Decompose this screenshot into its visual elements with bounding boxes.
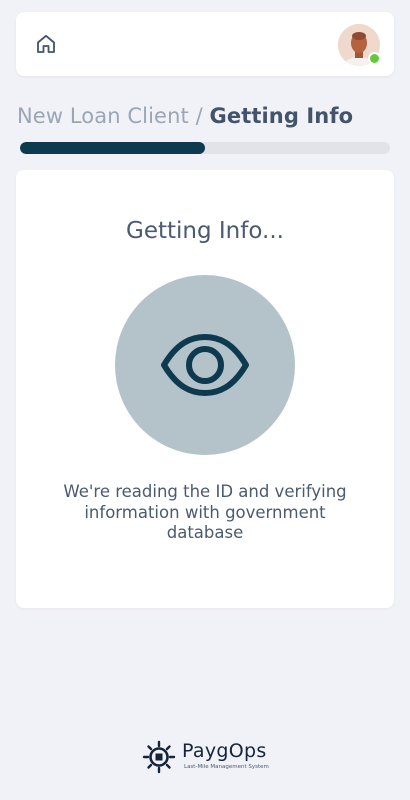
avatar[interactable] [338, 24, 381, 66]
home-button[interactable] [34, 32, 58, 56]
online-status-dot [368, 52, 381, 65]
status-card: Getting Info... We're reading the ID and… [16, 170, 394, 608]
brand-name: PaygOps [182, 740, 267, 762]
eye-icon [161, 334, 249, 396]
brand-logo: PaygOps Last-Mile Management System [142, 740, 272, 774]
breadcrumb-separator: / [188, 104, 210, 128]
paygops-logo-icon [142, 740, 176, 774]
breadcrumb-current: Getting Info [209, 104, 354, 128]
breadcrumb-parent[interactable]: New Loan Client [17, 104, 189, 128]
eye-icon-circle [115, 275, 295, 455]
breadcrumb: New Loan Client / Getting Info [17, 104, 353, 128]
brand-tagline: Last-Mile Management System [184, 764, 269, 770]
progress-fill [20, 142, 205, 154]
home-icon [37, 34, 55, 53]
card-description: We're reading the ID and verifying infor… [63, 482, 347, 542]
card-title: Getting Info... [126, 218, 284, 244]
top-bar [16, 12, 394, 76]
progress-bar [20, 142, 390, 154]
